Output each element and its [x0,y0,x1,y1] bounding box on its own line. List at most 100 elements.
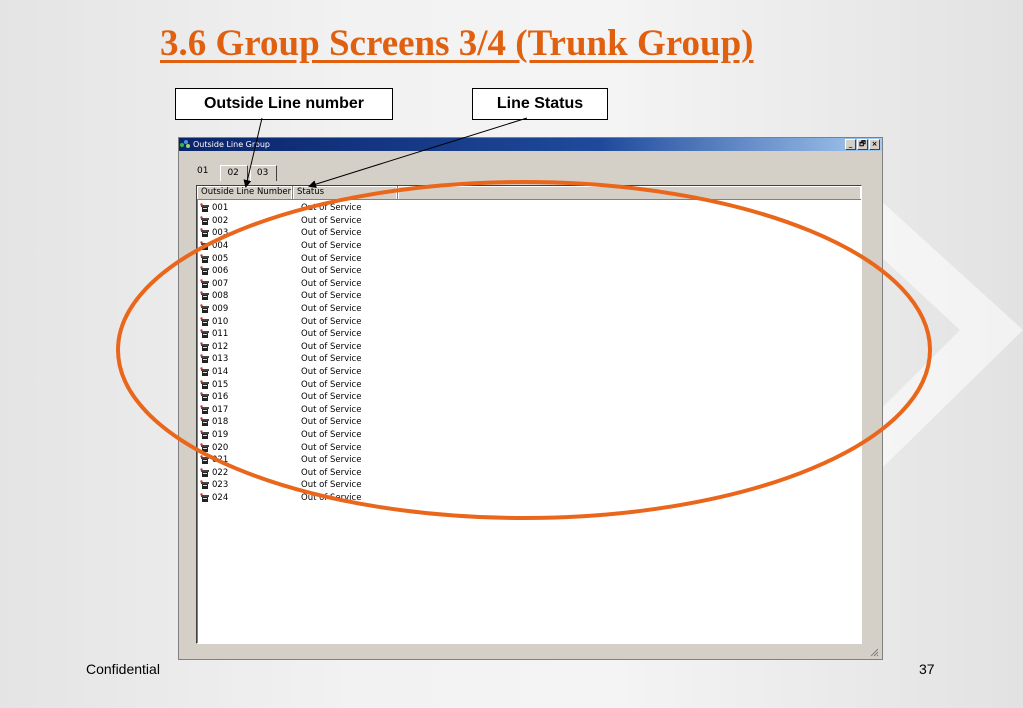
table-row[interactable]: 015 Out of Service [197,378,861,391]
table-row[interactable]: 018 Out of Service [197,416,861,429]
row-number-text: 008 [212,291,229,302]
table-row[interactable]: 013 Out of Service [197,353,861,366]
restore-button[interactable]: 🗗 [857,139,868,150]
table-row[interactable]: 006 Out of Service [197,265,861,278]
phone-icon [200,367,209,377]
close-button[interactable]: × [869,139,880,150]
row-number-text: 016 [212,392,229,403]
outside-line-group-window: Outside Line Group _ 🗗 × 01 02 03 Outsid… [178,137,883,660]
phone-icon [200,417,209,427]
outside-line-list: Outside Line Number Status 001 Out of Ser… [196,185,862,644]
row-status-text: Out of Service [301,442,362,453]
row-number-text: 005 [212,253,229,264]
window-title: Outside Line Group [193,140,271,149]
row-line-number: 016 [197,392,300,402]
row-status-text: Out of Service [301,278,362,289]
row-line-number: 019 [197,430,300,440]
phone-icon [200,203,209,213]
row-number-text: 013 [212,354,229,365]
phone-icon [200,291,209,301]
row-number-text: 021 [212,455,229,466]
phone-icon [200,392,209,402]
table-row[interactable]: 022 Out of Service [197,466,861,479]
row-status-text: Out of Service [301,329,362,340]
resize-grip-icon[interactable] [869,647,879,657]
tab-03[interactable]: 03 [249,165,278,181]
table-row[interactable]: 016 Out of Service [197,391,861,404]
row-status-text: Out of Service [301,304,362,315]
phone-icon [200,455,209,465]
row-line-number: 012 [197,342,300,352]
row-number-text: 019 [212,429,229,440]
row-number-text: 023 [212,480,229,491]
row-line-number: 022 [197,468,300,478]
row-line-number: 010 [197,317,300,327]
phone-icon [200,316,209,326]
row-number-text: 002 [212,215,229,226]
table-row[interactable]: 012 Out of Service [197,341,861,354]
row-status-text: Out of Service [301,417,362,428]
phone-icon [200,329,209,339]
table-row[interactable]: 010 Out of Service [197,315,861,328]
row-line-number: 006 [197,266,300,276]
table-row[interactable]: 024 Out of Service [197,492,861,505]
table-row[interactable]: 019 Out of Service [197,429,861,442]
row-status-text: Out of Service [301,316,362,327]
row-line-number: 015 [197,380,300,390]
row-status-text: Out of Service [301,392,362,403]
phone-icon [200,480,209,490]
table-row[interactable]: 004 Out of Service [197,240,861,253]
row-number-text: 011 [212,329,229,340]
row-status-text: Out of Service [301,429,362,440]
row-number-text: 012 [212,341,229,352]
phone-icon [200,354,209,364]
phone-icon [200,468,209,477]
row-status-text: Out of Service [301,215,362,226]
phone-icon [200,216,209,225]
table-row[interactable]: 008 Out of Service [197,290,861,303]
row-line-number: 001 [197,203,300,213]
row-line-number: 008 [197,291,300,301]
row-line-number: 024 [197,493,300,503]
table-row[interactable]: 005 Out of Service [197,252,861,265]
phone-icon [200,228,209,238]
table-row[interactable]: 011 Out of Service [197,328,861,341]
row-line-number: 002 [197,216,300,226]
table-row[interactable]: 002 Out of Service [197,215,861,228]
tab-02[interactable]: 02 [220,165,248,181]
list-rows: 001 Out of Service 002 Out of Service 003 Out… [197,200,861,504]
table-row[interactable]: 020 Out of Service [197,441,861,454]
row-number-text: 024 [212,492,229,503]
row-line-number: 014 [197,367,300,377]
row-line-number: 005 [197,254,300,264]
table-row[interactable]: 007 Out of Service [197,278,861,291]
minimize-button[interactable]: _ [845,139,856,150]
callout-line-status: Line Status [472,88,608,120]
table-row[interactable]: 023 Out of Service [197,479,861,492]
table-row[interactable]: 001 Out of Service [197,202,861,215]
row-line-number: 020 [197,443,300,453]
phone-icon [200,405,209,414]
row-number-text: 006 [212,266,229,277]
row-number-text: 007 [212,278,229,289]
column-header-empty [398,186,861,199]
row-line-number: 013 [197,354,300,364]
column-header-status[interactable]: Status [293,186,398,199]
row-number-text: 014 [212,367,229,378]
table-row[interactable]: 009 Out of Service [197,303,861,316]
table-row[interactable]: 003 Out of Service [197,227,861,240]
row-line-number: 017 [197,405,300,415]
page-number: 37 [919,661,935,677]
phone-icon [200,342,209,351]
row-number-text: 004 [212,241,229,252]
window-titlebar[interactable]: Outside Line Group _ 🗗 × [179,138,882,151]
table-row[interactable]: 014 Out of Service [197,366,861,379]
tab-01[interactable]: 01 [193,164,219,181]
list-column-header: Outside Line Number Status [197,186,861,200]
table-row[interactable]: 021 Out of Service [197,454,861,467]
row-line-number: 023 [197,480,300,490]
table-row[interactable]: 017 Out of Service [197,404,861,417]
column-header-outside-line-number[interactable]: Outside Line Number [197,186,293,199]
row-status-text: Out of Service [301,367,362,378]
row-status-text: Out of Service [301,467,362,478]
